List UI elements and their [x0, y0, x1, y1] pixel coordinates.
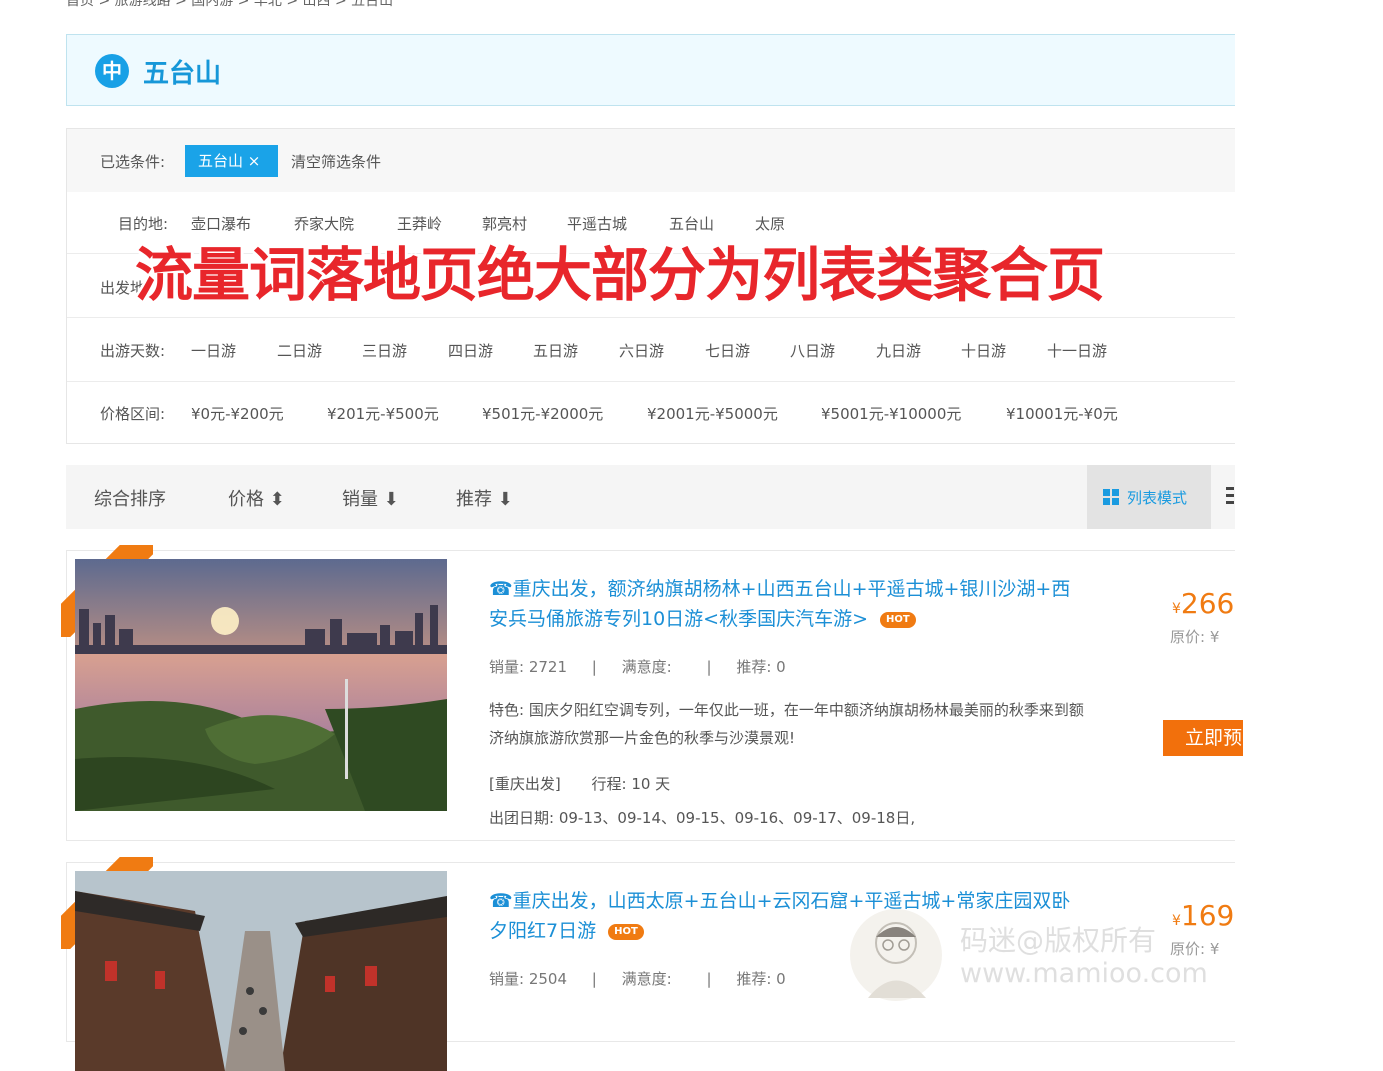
days-option[interactable]: 七日游 — [705, 340, 750, 361]
sort-sales[interactable]: 销量 ⬇ — [342, 485, 399, 511]
menu-icon[interactable] — [1226, 487, 1234, 505]
breadcrumb[interactable]: 首页 > 旅游线路 > 国内游 > 华北 > 山西 > 五台山 — [66, 0, 393, 10]
destination-header: 中 五台山 — [66, 34, 1235, 106]
book-now-button[interactable]: 立即预 — [1163, 720, 1243, 756]
hot-badge: HOT — [880, 611, 916, 628]
product-feature: 特色: 国庆夕阳红空调专列，一年仅此一班，在一年中额济纳旗胡杨林最美丽的秋季来到… — [489, 701, 1084, 747]
days-option[interactable]: 二日游 — [277, 340, 322, 361]
product-card[interactable]: 推荐 — [61, 545, 1243, 841]
watermark-url: www.mamioo.com — [960, 958, 1208, 989]
recommend-count: 推荐: 0 — [736, 970, 786, 988]
departure-city: [重庆出发] — [489, 775, 561, 793]
satisfaction: 满意度: — [621, 970, 672, 988]
days-option[interactable]: 九日游 — [876, 340, 921, 361]
hot-badge: HOT — [608, 923, 644, 940]
selected-label: 已选条件: — [100, 153, 166, 171]
sales-count: 销量: 2504 — [489, 970, 567, 988]
price-range-option[interactable]: ¥2001元-¥5000元 — [647, 403, 778, 424]
price-range-option[interactable]: ¥10001元-¥0元 — [1006, 403, 1118, 424]
days-option[interactable]: 一日游 — [191, 340, 236, 361]
original-price: 原价: ¥ — [1170, 628, 1220, 646]
days-option[interactable]: 十日游 — [961, 340, 1006, 361]
product-title-link[interactable]: ☎重庆出发，额济纳旗胡杨林+山西五台山+平遥古城+银川沙湖+西安兵马俑旅游专列1… — [489, 574, 1089, 634]
avatar-sketch-icon — [850, 909, 942, 1001]
days-option[interactable]: 六日游 — [619, 340, 664, 361]
price-range-option[interactable]: ¥5001元-¥10000元 — [821, 403, 961, 424]
departure-dates: 出团日期: 09-13、09-14、09-15、09-16、09-17、09-1… — [489, 809, 916, 827]
clear-filters-link[interactable]: 清空筛选条件 — [291, 151, 381, 172]
trip-duration: 行程: 10 天 — [591, 775, 671, 793]
product-stats: 销量: 2504 | 满意度: | 推荐: 0 — [489, 970, 786, 988]
watermark: 码迷@版权所有 www.mamioo.com — [848, 903, 1228, 1013]
price-range-option[interactable]: ¥501元-¥2000元 — [482, 403, 603, 424]
days-option[interactable]: 十一日游 — [1047, 340, 1107, 361]
selected-conditions-row: 已选条件: 五台山 × 清空筛选条件 — [67, 129, 1235, 192]
sales-count: 销量: 2721 — [489, 658, 567, 676]
sort-recommend[interactable]: 推荐 ⬇ — [456, 485, 513, 511]
product-route: [重庆出发] 行程: 10 天 — [489, 773, 670, 794]
page-title: 五台山 — [143, 59, 222, 89]
list-mode-button[interactable]: 列表模式 — [1087, 465, 1211, 529]
days-option[interactable]: 四日游 — [448, 340, 493, 361]
watermark-text: 码迷@版权所有 — [960, 924, 1157, 957]
product-photo-ancient-street[interactable] — [75, 871, 447, 1071]
days-option[interactable]: 五日游 — [533, 340, 578, 361]
divider — [67, 317, 1235, 318]
days-option[interactable]: 三日游 — [362, 340, 407, 361]
selected-tag[interactable]: 五台山 × — [185, 145, 278, 177]
product-photo-lake-sunset[interactable] — [75, 559, 447, 811]
days-label: 出游天数: — [100, 342, 166, 360]
overlay-caption: 流量词落地页绝大部分为列表类聚合页 — [135, 241, 1105, 309]
price-range-option[interactable]: ¥0元-¥200元 — [191, 403, 284, 424]
sort-default[interactable]: 综合排序 — [94, 485, 166, 511]
sort-bar: 综合排序 价格 ⬍ 销量 ⬇ 推荐 ⬇ 列表模式 — [66, 465, 1235, 529]
grid-icon — [1103, 489, 1119, 505]
product-stats: 销量: 2721 | 满意度: | 推荐: 0 — [489, 658, 786, 676]
location-icon: 中 — [95, 54, 129, 88]
sort-price[interactable]: 价格 ⬍ — [228, 485, 285, 511]
divider — [67, 381, 1235, 382]
list-mode-label: 列表模式 — [1127, 489, 1188, 507]
price-range-option[interactable]: ¥201元-¥500元 — [327, 403, 439, 424]
satisfaction: 满意度: — [621, 658, 672, 676]
days-option[interactable]: 八日游 — [790, 340, 835, 361]
recommend-count: 推荐: 0 — [736, 658, 786, 676]
product-price: ¥266 — [1172, 587, 1235, 620]
price-range-label: 价格区间: — [100, 405, 166, 423]
